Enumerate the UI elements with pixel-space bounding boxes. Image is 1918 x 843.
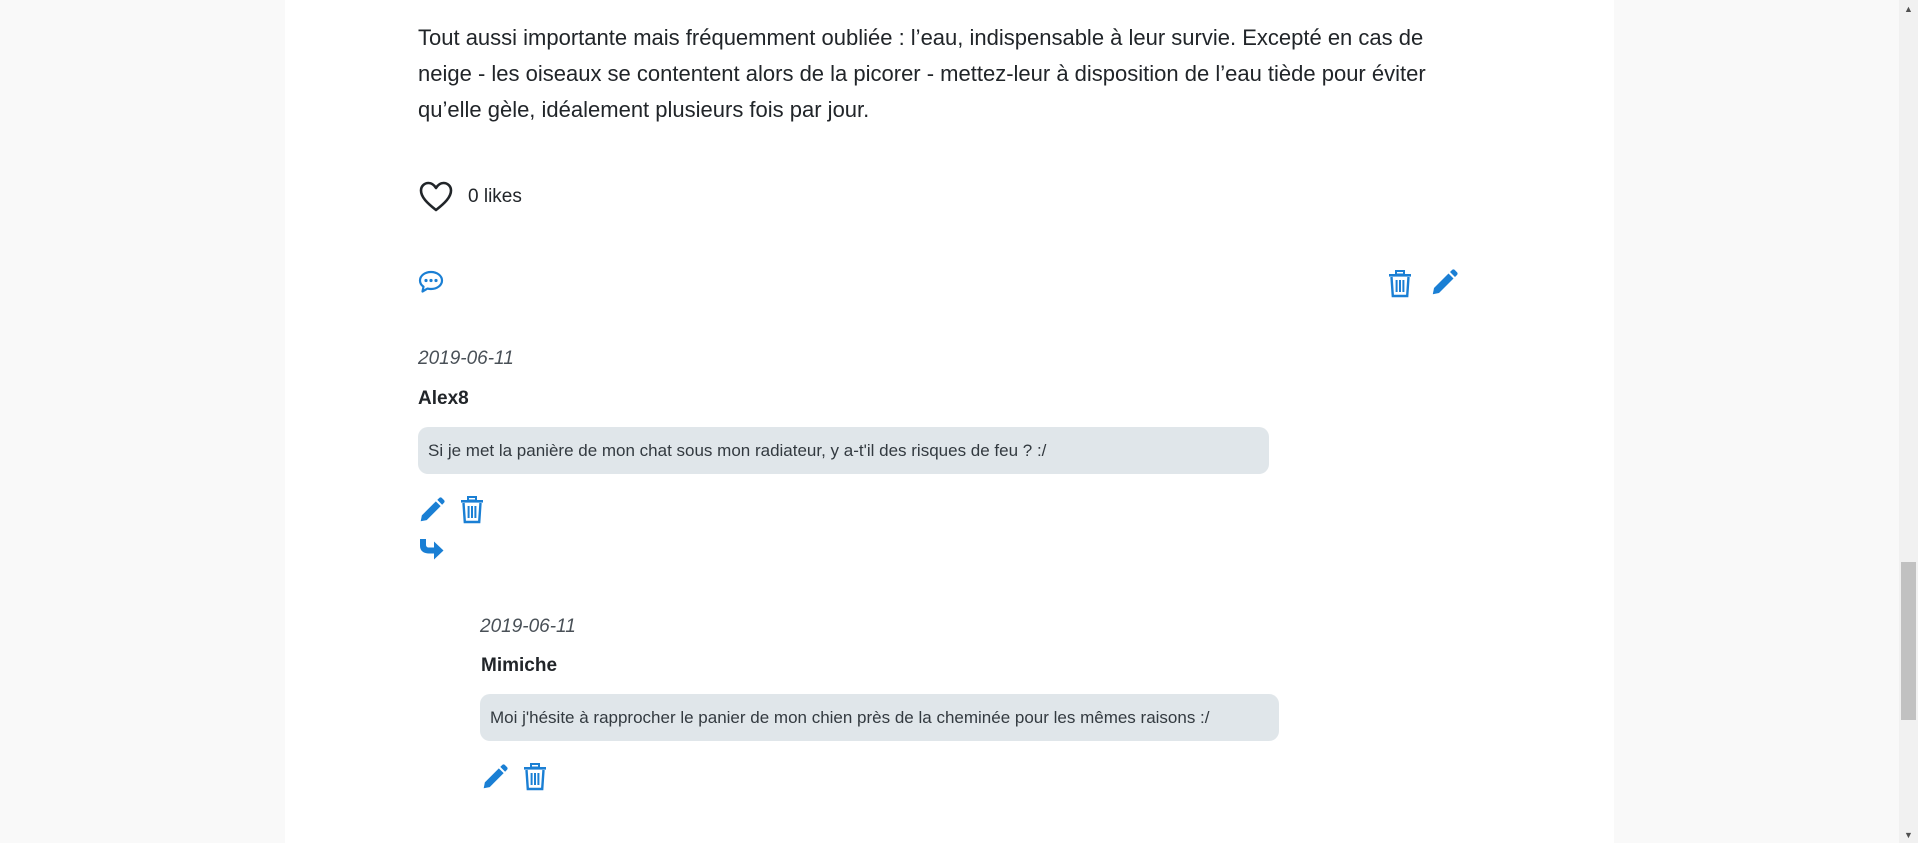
comment-text: Si je met la panière de mon chat sous mo… [418, 427, 1269, 474]
pencil-icon [420, 496, 445, 521]
scroll-up-arrow[interactable]: ▲ [1899, 0, 1918, 17]
pencil-icon [483, 763, 508, 788]
page: Tout aussi importante mais fréquemment o… [0, 0, 1918, 843]
comment-date: 2019-06-11 [418, 348, 514, 369]
trash-icon [461, 496, 483, 524]
edit-comment-button[interactable] [416, 495, 446, 525]
comment-dots-icon [418, 270, 444, 293]
scroll-down-arrow[interactable]: ▼ [1899, 826, 1918, 843]
pencil-icon [1432, 269, 1458, 295]
trash-icon [524, 763, 546, 791]
delete-comment-button[interactable] [458, 494, 486, 526]
reply-author: Mimiche [481, 655, 558, 676]
comment-author: Alex8 [418, 388, 469, 409]
likes-count: 0 likes [468, 186, 522, 207]
reply-date: 2019-06-11 [480, 616, 576, 637]
article-paragraph: Tout aussi importante mais fréquemment o… [418, 25, 1426, 122]
trash-icon [1389, 270, 1411, 298]
delete-post-button[interactable] [1386, 268, 1414, 300]
scrollbar-thumb[interactable] [1901, 562, 1916, 720]
reply-arrow-icon [420, 539, 444, 560]
like-button[interactable] [418, 179, 454, 215]
reply-text: Moi j'hésite à rapprocher le panier de m… [480, 694, 1279, 741]
reply-comment-button[interactable] [416, 535, 446, 563]
likes-row: 0 likes [418, 178, 522, 216]
heart-outline-icon [419, 181, 453, 212]
delete-reply-button[interactable] [521, 761, 549, 793]
edit-post-button[interactable] [1429, 268, 1459, 298]
comment-button[interactable] [416, 268, 446, 296]
edit-reply-button[interactable] [479, 762, 509, 792]
